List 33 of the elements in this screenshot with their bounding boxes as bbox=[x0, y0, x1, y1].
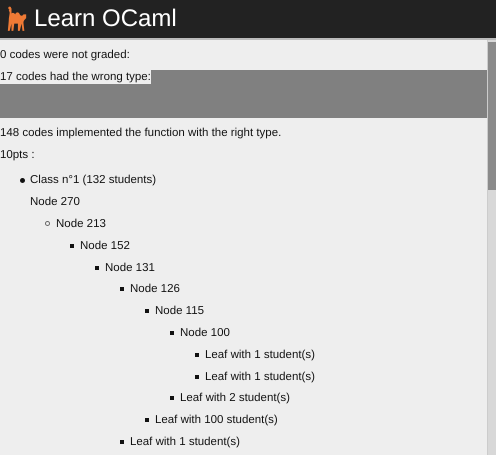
tree-item-label: Leaf with 1 student(s) bbox=[130, 434, 240, 450]
bullet-icon bbox=[20, 178, 25, 183]
app-title: Learn OCaml bbox=[34, 5, 177, 33]
bullet-icon bbox=[170, 396, 174, 400]
bullet-icon bbox=[70, 244, 74, 248]
camel-icon bbox=[6, 6, 28, 32]
bullet-icon bbox=[170, 330, 174, 335]
tree-item-label: Leaf with 100 student(s) bbox=[155, 413, 278, 428]
bullet-icon bbox=[195, 374, 199, 379]
bullet-icon bbox=[145, 418, 149, 422]
tree-item-label: Leaf with 1 student(s) bbox=[205, 348, 315, 363]
summary-text: 148 codes implemented the function with the right type. bbox=[0, 126, 282, 138]
scrollbar-thumb[interactable] bbox=[488, 42, 496, 190]
tree-item-label: Node 100 bbox=[180, 326, 230, 341]
bullet-icon bbox=[145, 309, 149, 314]
bullet-icon bbox=[95, 266, 99, 270]
tree-item-label: Leaf with 2 student(s) bbox=[180, 391, 290, 406]
bullet-icon bbox=[195, 352, 199, 357]
tree-item-label: Leaf with 1 student(s) bbox=[205, 370, 315, 385]
tree-item-label: Node 115 bbox=[155, 304, 204, 320]
bullet-icon bbox=[120, 287, 124, 292]
tree-item-label: Node 213 bbox=[56, 216, 106, 232]
bullet-icon bbox=[120, 440, 124, 444]
summary-text: 10pts : bbox=[0, 149, 35, 161]
tree-item-label: Class n°1 (132 students) bbox=[30, 173, 156, 188]
tree-item-label: Node 126 bbox=[130, 282, 180, 298]
bullet-icon bbox=[45, 221, 50, 226]
scrollbar[interactable] bbox=[487, 40, 496, 455]
summary-text: 17 codes had the wrong type: bbox=[0, 70, 151, 84]
tree-item-label: Node 131 bbox=[105, 260, 155, 276]
tree-item-label: Node 152 bbox=[80, 238, 130, 254]
tree-item-label: Node 270 bbox=[30, 195, 80, 210]
summary-text: 0 codes were not graded: bbox=[0, 49, 130, 61]
